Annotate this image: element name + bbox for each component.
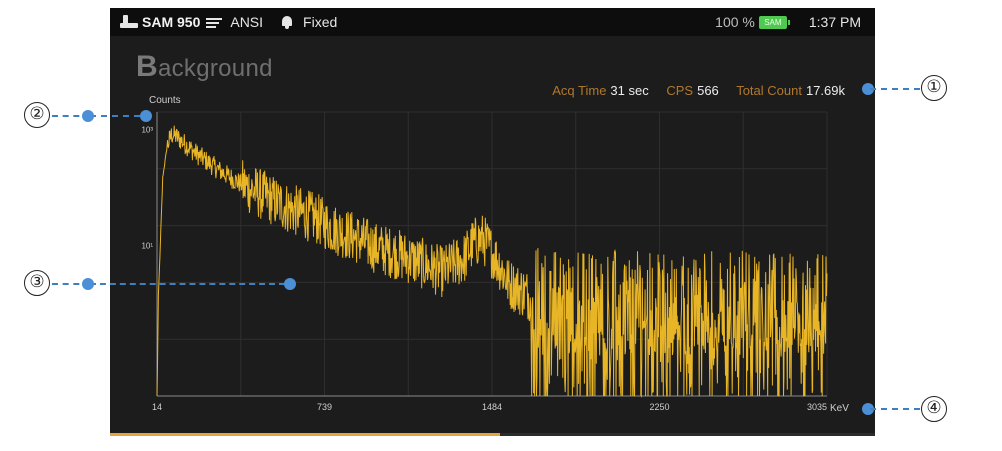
callout-3-line-b — [90, 283, 285, 285]
annotated-screenshot: SAM 950 ANSI Fixed 100 % SAM 1:37 PM Bac… — [0, 0, 1002, 451]
x-tick-label: 2250 — [649, 402, 669, 412]
acquisition-progress — [110, 433, 875, 436]
x-tick-label: 3035 — [807, 402, 827, 412]
callout-2-dot-a — [82, 110, 94, 122]
device-screen: SAM 950 ANSI Fixed 100 % SAM 1:37 PM Bac… — [110, 8, 875, 436]
callout-3-marker: ③ — [24, 270, 50, 296]
y-axis-label: Counts — [149, 95, 181, 106]
callout-1-marker: ① — [921, 75, 947, 101]
callout-4-line — [870, 408, 920, 410]
x-tick-label: 1484 — [482, 402, 502, 412]
callout-2-dot-b — [140, 110, 152, 122]
callout-4-marker: ④ — [921, 396, 947, 422]
x-tick-label: 739 — [317, 402, 332, 412]
callout-3-dot-a — [82, 278, 94, 290]
x-tick-label: 14 — [152, 402, 162, 412]
callout-3-dot-b — [284, 278, 296, 290]
spectrum-chart: 14 739 1484 2250 3035 10³ 10¹ Counts KeV — [141, 95, 849, 414]
callout-1-line — [870, 88, 920, 90]
callout-2-line-b — [90, 115, 140, 117]
y-tick-label: 10¹ — [141, 241, 153, 250]
x-axis-label: KeV — [830, 403, 849, 414]
callout-2-marker: ② — [24, 102, 50, 128]
acquisition-progress-fill — [110, 433, 501, 436]
y-tick-label: 10³ — [141, 125, 153, 134]
